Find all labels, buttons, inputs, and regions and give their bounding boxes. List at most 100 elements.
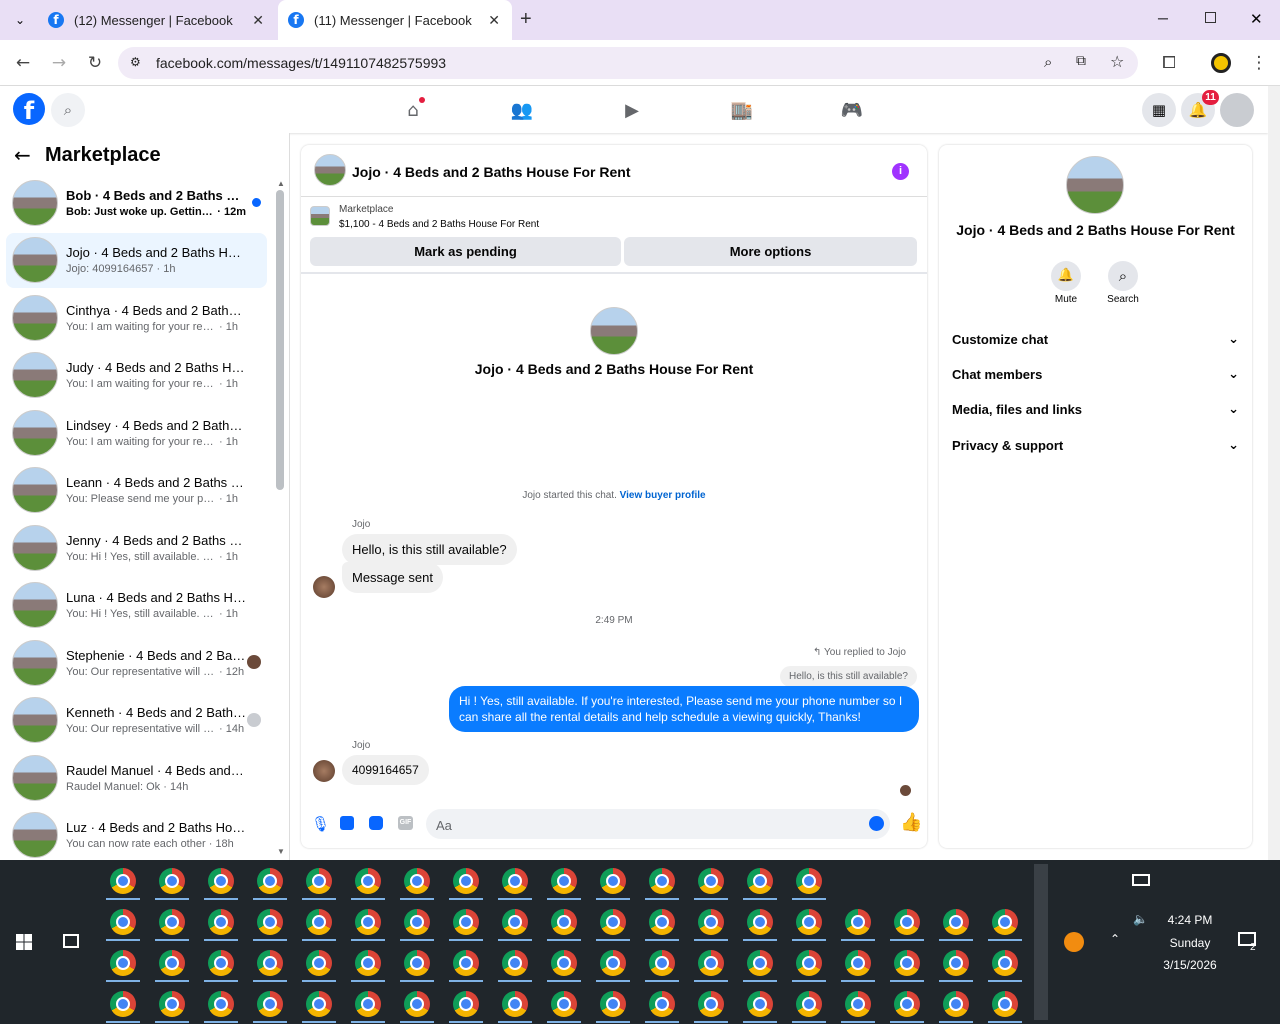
chrome-taskbar-icon[interactable] <box>796 909 822 935</box>
chrome-taskbar-icon[interactable] <box>404 868 430 894</box>
chrome-taskbar-icon[interactable] <box>845 909 871 935</box>
chrome-taskbar-icon[interactable] <box>600 991 626 1017</box>
restore-button[interactable] <box>1205 12 1216 23</box>
conversation-item[interactable]: Luna · 4 Beds and 2 Baths House For Rent… <box>6 578 267 633</box>
chrome-taskbar-icon[interactable] <box>992 991 1018 1017</box>
menu-grid-icon[interactable]: ▦ <box>1142 93 1176 127</box>
chrome-taskbar-icon[interactable] <box>649 950 675 976</box>
new-tab-button[interactable]: + <box>520 8 532 31</box>
conversation-item[interactable]: Luz · 4 Beds and 2 Baths House For Rent Y… <box>6 808 267 863</box>
chrome-taskbar-icon[interactable] <box>943 909 969 935</box>
chrome-taskbar-icon[interactable] <box>649 868 675 894</box>
incoming-message[interactable]: Message sent <box>342 562 443 593</box>
chrome-taskbar-icon[interactable] <box>257 950 283 976</box>
sender-avatar[interactable] <box>313 760 335 782</box>
search-button[interactable]: ⌕ <box>1108 261 1138 291</box>
volume-icon[interactable]: 🔈 <box>1133 912 1148 926</box>
chrome-taskbar-icon[interactable] <box>747 868 773 894</box>
conversation-item[interactable]: Jojo · 4 Beds and 2 Baths House For Rent… <box>6 232 267 288</box>
chrome-taskbar-icon[interactable] <box>208 991 234 1017</box>
chat-header-avatar[interactable] <box>314 154 346 186</box>
chrome-taskbar-icon[interactable] <box>453 909 479 935</box>
task-view-icon[interactable] <box>63 934 79 948</box>
reload-icon[interactable]: ↻ <box>80 48 110 78</box>
chrome-taskbar-icon[interactable] <box>502 950 528 976</box>
account-avatar[interactable] <box>1220 93 1254 127</box>
message-input[interactable]: Aa <box>426 809 890 839</box>
info-avatar[interactable] <box>1066 156 1124 214</box>
chrome-taskbar-icon[interactable] <box>551 991 577 1017</box>
section-customize-chat[interactable]: Customize chat ⌄ <box>952 332 1239 347</box>
chrome-taskbar-icon[interactable] <box>502 991 528 1017</box>
outgoing-message[interactable]: Hi ! Yes, still available. If you're int… <box>449 686 919 732</box>
chrome-taskbar-icon[interactable] <box>355 991 381 1017</box>
chrome-taskbar-icon[interactable] <box>159 868 185 894</box>
chrome-taskbar-icon[interactable] <box>208 868 234 894</box>
chrome-taskbar-icon[interactable] <box>894 950 920 976</box>
chrome-taskbar-icon[interactable] <box>110 991 136 1017</box>
chrome-taskbar-icon[interactable] <box>159 950 185 976</box>
chrome-taskbar-icon[interactable] <box>355 909 381 935</box>
chrome-taskbar-icon[interactable] <box>110 950 136 976</box>
profile-icon[interactable] <box>1211 53 1231 73</box>
conversation-item[interactable]: Lindsey · 4 Beds and 2 Baths House For R… <box>6 405 267 460</box>
sticker-icon[interactable] <box>369 816 383 830</box>
chrome-taskbar-icon[interactable] <box>551 868 577 894</box>
chrome-taskbar-icon[interactable] <box>404 991 430 1017</box>
scrollbar[interactable] <box>276 190 284 490</box>
incoming-message[interactable]: 4099164657 <box>342 755 429 785</box>
chrome-taskbar-icon[interactable] <box>698 909 724 935</box>
scroll-up-arrow-icon[interactable]: ▲ <box>277 179 285 188</box>
chrome-taskbar-icon[interactable] <box>355 950 381 976</box>
chrome-taskbar-icon[interactable] <box>600 868 626 894</box>
network-icon[interactable] <box>1132 874 1150 886</box>
chrome-taskbar-icon[interactable] <box>453 991 479 1017</box>
conversation-item[interactable]: Judy · 4 Beds and 2 Baths House For Rent… <box>6 348 267 403</box>
site-info-icon[interactable]: ⚙ <box>130 55 141 69</box>
scroll-down-arrow-icon[interactable]: ▼ <box>277 847 285 856</box>
install-app-icon[interactable]: ⧉ <box>1076 53 1086 69</box>
chrome-taskbar-icon[interactable] <box>845 950 871 976</box>
chrome-taskbar-icon[interactable] <box>257 991 283 1017</box>
chrome-taskbar-icon[interactable] <box>796 991 822 1017</box>
chrome-taskbar-icon[interactable] <box>453 868 479 894</box>
chrome-taskbar-icon[interactable] <box>845 991 871 1017</box>
page-scrollbar[interactable] <box>1268 86 1280 860</box>
browser-tab-active[interactable]: f (11) Messenger | Facebook ✕ <box>278 0 512 40</box>
chrome-taskbar-icon[interactable] <box>894 909 920 935</box>
chrome-taskbar-icon[interactable] <box>894 991 920 1017</box>
microphone-icon[interactable]: 🎙 <box>311 815 330 833</box>
chrome-taskbar-icon[interactable] <box>698 991 724 1017</box>
chat-title[interactable]: Jojo · 4 Beds and 2 Baths House For Rent <box>352 164 631 180</box>
info-icon[interactable]: i <box>892 163 909 180</box>
chrome-taskbar-icon[interactable] <box>355 868 381 894</box>
close-window-button[interactable]: ✕ <box>1250 10 1263 28</box>
chrome-taskbar-icon[interactable] <box>698 868 724 894</box>
minimize-button[interactable]: ─ <box>1158 10 1168 26</box>
friends-icon[interactable]: 👥 <box>510 98 534 122</box>
chrome-taskbar-icon[interactable] <box>208 950 234 976</box>
hero-avatar[interactable] <box>590 307 638 355</box>
listing-thumbnail[interactable] <box>310 206 330 226</box>
windows-start-icon[interactable] <box>16 934 32 950</box>
forward-arrow-icon[interactable]: → <box>44 48 74 78</box>
chrome-taskbar-icon[interactable] <box>257 909 283 935</box>
zoom-icon[interactable]: ⌕ <box>1044 53 1052 71</box>
chrome-taskbar-icon[interactable] <box>306 950 332 976</box>
chrome-taskbar-icon[interactable] <box>404 909 430 935</box>
browser-tab[interactable]: f (12) Messenger | Facebook ✕ <box>38 0 276 40</box>
gaming-icon[interactable]: 🎮 <box>840 98 864 122</box>
chrome-taskbar-icon[interactable] <box>747 909 773 935</box>
menu-kebab-icon[interactable]: ⋮ <box>1244 48 1274 78</box>
orange-app-icon[interactable] <box>1064 932 1084 952</box>
chrome-taskbar-icon[interactable] <box>649 991 675 1017</box>
chrome-taskbar-icon[interactable] <box>600 909 626 935</box>
close-tab-icon[interactable]: ✕ <box>488 12 500 29</box>
chrome-taskbar-icon[interactable] <box>257 868 283 894</box>
chrome-taskbar-icon[interactable] <box>943 991 969 1017</box>
chrome-taskbar-icon[interactable] <box>502 909 528 935</box>
conversation-item[interactable]: Cinthya · 4 Beds and 2 Baths House For R… <box>6 290 267 345</box>
mark-pending-button[interactable]: Mark as pending <box>310 237 621 266</box>
chrome-taskbar-icon[interactable] <box>551 950 577 976</box>
chrome-taskbar-icon[interactable] <box>159 909 185 935</box>
